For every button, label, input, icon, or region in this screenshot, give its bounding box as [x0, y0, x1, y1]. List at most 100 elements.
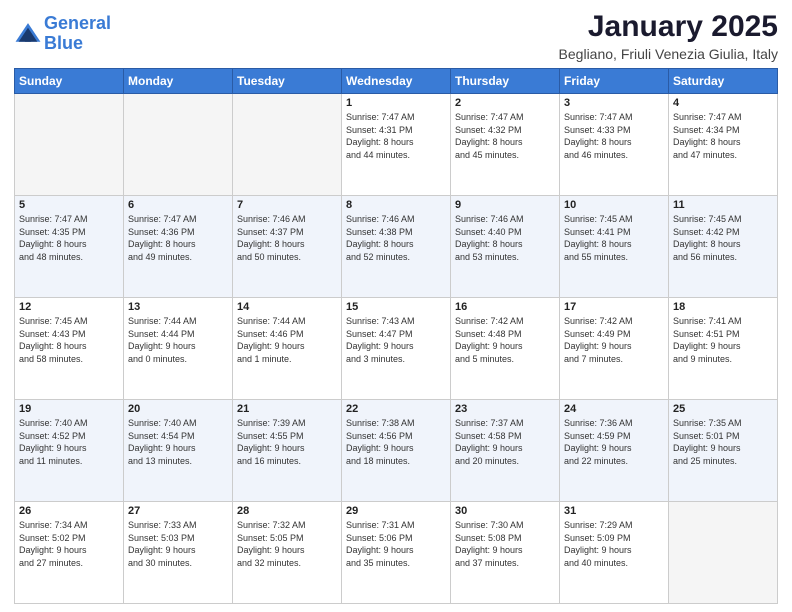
calendar-cell: 11 Sunrise: 7:45 AM Sunset: 4:42 PM Dayli…	[669, 196, 778, 298]
day-info: Sunrise: 7:39 AM Sunset: 4:55 PM Dayligh…	[237, 417, 337, 467]
weekday-header-wednesday: Wednesday	[342, 69, 451, 94]
day-number: 19	[19, 403, 119, 415]
logo-line1: General	[44, 13, 111, 33]
day-number: 25	[673, 403, 773, 415]
calendar-cell: 5 Sunrise: 7:47 AM Sunset: 4:35 PM Daylig…	[15, 196, 124, 298]
calendar-cell: 31 Sunrise: 7:29 AM Sunset: 5:09 PM Dayli…	[560, 502, 669, 604]
day-number: 27	[128, 505, 228, 517]
day-info: Sunrise: 7:47 AM Sunset: 4:32 PM Dayligh…	[455, 111, 555, 161]
day-info: Sunrise: 7:47 AM Sunset: 4:36 PM Dayligh…	[128, 213, 228, 263]
day-info: Sunrise: 7:47 AM Sunset: 4:31 PM Dayligh…	[346, 111, 446, 161]
calendar-cell: 16 Sunrise: 7:42 AM Sunset: 4:48 PM Dayli…	[451, 298, 560, 400]
calendar-cell: 26 Sunrise: 7:34 AM Sunset: 5:02 PM Dayli…	[15, 502, 124, 604]
day-number: 16	[455, 301, 555, 313]
weekday-row: SundayMondayTuesdayWednesdayThursdayFrid…	[15, 69, 778, 94]
weekday-header-saturday: Saturday	[669, 69, 778, 94]
day-number: 4	[673, 97, 773, 109]
day-info: Sunrise: 7:45 AM Sunset: 4:41 PM Dayligh…	[564, 213, 664, 263]
day-info: Sunrise: 7:46 AM Sunset: 4:37 PM Dayligh…	[237, 213, 337, 263]
day-info: Sunrise: 7:30 AM Sunset: 5:08 PM Dayligh…	[455, 519, 555, 569]
day-info: Sunrise: 7:42 AM Sunset: 4:48 PM Dayligh…	[455, 315, 555, 365]
day-info: Sunrise: 7:32 AM Sunset: 5:05 PM Dayligh…	[237, 519, 337, 569]
day-number: 3	[564, 97, 664, 109]
calendar-cell: 30 Sunrise: 7:30 AM Sunset: 5:08 PM Dayli…	[451, 502, 560, 604]
day-number: 26	[19, 505, 119, 517]
day-info: Sunrise: 7:46 AM Sunset: 4:38 PM Dayligh…	[346, 213, 446, 263]
logo: General Blue	[14, 14, 111, 54]
calendar-body: 1Sunrise: 7:47 AM Sunset: 4:31 PM Daylig…	[15, 94, 778, 604]
week-row-3: 12Sunrise: 7:45 AM Sunset: 4:43 PM Dayli…	[15, 298, 778, 400]
calendar-cell: 2 Sunrise: 7:47 AM Sunset: 4:32 PM Daylig…	[451, 94, 560, 196]
calendar-cell: 12Sunrise: 7:45 AM Sunset: 4:43 PM Dayli…	[15, 298, 124, 400]
day-number: 15	[346, 301, 446, 313]
day-info: Sunrise: 7:45 AM Sunset: 4:42 PM Dayligh…	[673, 213, 773, 263]
day-number: 9	[455, 199, 555, 211]
week-row-5: 26 Sunrise: 7:34 AM Sunset: 5:02 PM Dayli…	[15, 502, 778, 604]
calendar-cell: 22 Sunrise: 7:38 AM Sunset: 4:56 PM Dayli…	[342, 400, 451, 502]
week-row-1: 1Sunrise: 7:47 AM Sunset: 4:31 PM Daylig…	[15, 94, 778, 196]
day-number: 21	[237, 403, 337, 415]
weekday-header-sunday: Sunday	[15, 69, 124, 94]
calendar-cell: 7 Sunrise: 7:46 AM Sunset: 4:37 PM Daylig…	[233, 196, 342, 298]
calendar-header: SundayMondayTuesdayWednesdayThursdayFrid…	[15, 69, 778, 94]
day-info: Sunrise: 7:44 AM Sunset: 4:46 PM Dayligh…	[237, 315, 337, 365]
calendar-cell	[669, 502, 778, 604]
calendar-cell: 8 Sunrise: 7:46 AM Sunset: 4:38 PM Daylig…	[342, 196, 451, 298]
day-number: 22	[346, 403, 446, 415]
day-info: Sunrise: 7:46 AM Sunset: 4:40 PM Dayligh…	[455, 213, 555, 263]
day-number: 24	[564, 403, 664, 415]
weekday-header-friday: Friday	[560, 69, 669, 94]
day-number: 29	[346, 505, 446, 517]
calendar-cell: 9 Sunrise: 7:46 AM Sunset: 4:40 PM Daylig…	[451, 196, 560, 298]
calendar-cell: 25 Sunrise: 7:35 AM Sunset: 5:01 PM Dayli…	[669, 400, 778, 502]
calendar-cell: 23 Sunrise: 7:37 AM Sunset: 4:58 PM Dayli…	[451, 400, 560, 502]
day-info: Sunrise: 7:47 AM Sunset: 4:33 PM Dayligh…	[564, 111, 664, 161]
day-info: Sunrise: 7:45 AM Sunset: 4:43 PM Dayligh…	[19, 315, 119, 365]
calendar-cell: 17Sunrise: 7:42 AM Sunset: 4:49 PM Dayli…	[560, 298, 669, 400]
calendar-cell: 24 Sunrise: 7:36 AM Sunset: 4:59 PM Dayli…	[560, 400, 669, 502]
calendar-cell: 21 Sunrise: 7:39 AM Sunset: 4:55 PM Dayli…	[233, 400, 342, 502]
day-info: Sunrise: 7:47 AM Sunset: 4:34 PM Dayligh…	[673, 111, 773, 161]
calendar-cell	[124, 94, 233, 196]
day-info: Sunrise: 7:35 AM Sunset: 5:01 PM Dayligh…	[673, 417, 773, 467]
day-number: 11	[673, 199, 773, 211]
day-info: Sunrise: 7:37 AM Sunset: 4:58 PM Dayligh…	[455, 417, 555, 467]
title-block: January 2025 Begliano, Friuli Venezia Gi…	[559, 10, 778, 62]
subtitle: Begliano, Friuli Venezia Giulia, Italy	[559, 46, 778, 62]
day-info: Sunrise: 7:34 AM Sunset: 5:02 PM Dayligh…	[19, 519, 119, 569]
calendar-cell: 10 Sunrise: 7:45 AM Sunset: 4:41 PM Dayli…	[560, 196, 669, 298]
day-number: 23	[455, 403, 555, 415]
day-number: 14	[237, 301, 337, 313]
calendar-cell: 13Sunrise: 7:44 AM Sunset: 4:44 PM Dayli…	[124, 298, 233, 400]
week-row-2: 5 Sunrise: 7:47 AM Sunset: 4:35 PM Daylig…	[15, 196, 778, 298]
day-number: 8	[346, 199, 446, 211]
day-number: 7	[237, 199, 337, 211]
day-number: 31	[564, 505, 664, 517]
logo-line2: Blue	[44, 33, 83, 53]
day-number: 6	[128, 199, 228, 211]
day-number: 28	[237, 505, 337, 517]
day-number: 18	[673, 301, 773, 313]
calendar-cell: 3 Sunrise: 7:47 AM Sunset: 4:33 PM Daylig…	[560, 94, 669, 196]
day-number: 10	[564, 199, 664, 211]
week-row-4: 19Sunrise: 7:40 AM Sunset: 4:52 PM Dayli…	[15, 400, 778, 502]
day-number: 30	[455, 505, 555, 517]
calendar-cell: 4 Sunrise: 7:47 AM Sunset: 4:34 PM Daylig…	[669, 94, 778, 196]
day-info: Sunrise: 7:38 AM Sunset: 4:56 PM Dayligh…	[346, 417, 446, 467]
calendar-cell: 15Sunrise: 7:43 AM Sunset: 4:47 PM Dayli…	[342, 298, 451, 400]
calendar-cell: 27Sunrise: 7:33 AM Sunset: 5:03 PM Dayli…	[124, 502, 233, 604]
calendar-cell: 19Sunrise: 7:40 AM Sunset: 4:52 PM Dayli…	[15, 400, 124, 502]
day-number: 2	[455, 97, 555, 109]
day-info: Sunrise: 7:31 AM Sunset: 5:06 PM Dayligh…	[346, 519, 446, 569]
weekday-header-monday: Monday	[124, 69, 233, 94]
day-info: Sunrise: 7:29 AM Sunset: 5:09 PM Dayligh…	[564, 519, 664, 569]
calendar-cell: 14 Sunrise: 7:44 AM Sunset: 4:46 PM Dayli…	[233, 298, 342, 400]
calendar-table: SundayMondayTuesdayWednesdayThursdayFrid…	[14, 68, 778, 604]
logo-text: General Blue	[44, 14, 111, 54]
weekday-header-thursday: Thursday	[451, 69, 560, 94]
day-info: Sunrise: 7:42 AM Sunset: 4:49 PM Dayligh…	[564, 315, 664, 365]
day-info: Sunrise: 7:36 AM Sunset: 4:59 PM Dayligh…	[564, 417, 664, 467]
day-info: Sunrise: 7:44 AM Sunset: 4:44 PM Dayligh…	[128, 315, 228, 365]
day-number: 5	[19, 199, 119, 211]
day-info: Sunrise: 7:47 AM Sunset: 4:35 PM Dayligh…	[19, 213, 119, 263]
